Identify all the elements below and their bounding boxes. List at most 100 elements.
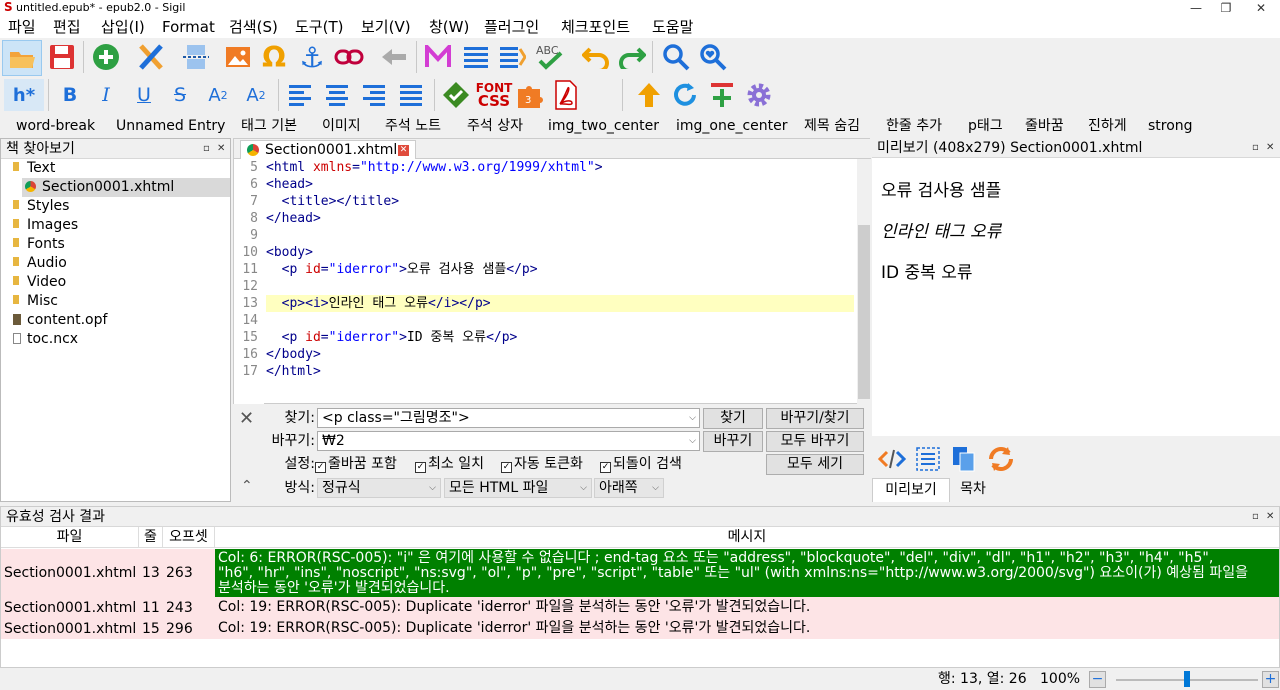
menu-search[interactable]: 검색(S): [229, 16, 278, 38]
validation-row[interactable]: Section0001.xhtml 11 243 Col: 19: ERROR(RSC…: [1, 597, 1279, 618]
tree-item-audio[interactable]: Audio: [13, 254, 67, 273]
minimize-button[interactable]: —: [1181, 0, 1211, 16]
tool-x-icon[interactable]: [135, 41, 167, 73]
clip-item[interactable]: p태그: [968, 115, 1003, 137]
clip-item[interactable]: 태그 기본: [241, 115, 297, 137]
close-panel-icon[interactable]: ✕: [1266, 507, 1274, 527]
auto-tokenize-checkbox[interactable]: ✓ 자동 토큰화: [501, 454, 583, 474]
direction-select[interactable]: 아래쪽 ⌵: [594, 478, 664, 498]
insert-image-icon[interactable]: [222, 41, 254, 73]
align-justify-icon[interactable]: [395, 79, 427, 111]
menu-format[interactable]: Format: [162, 16, 215, 38]
clip-item[interactable]: 이미지: [322, 115, 361, 137]
italic-button[interactable]: I: [90, 79, 122, 111]
tree-item-content-opf[interactable]: content.opf: [13, 311, 107, 330]
code-text-area[interactable]: <html xmlns="http://www.w3.org/1999/xhtm…: [266, 159, 854, 405]
clip-item[interactable]: 주석 노트: [385, 115, 441, 137]
bold-button[interactable]: B: [54, 79, 86, 111]
find-button[interactable]: 찾기: [703, 408, 763, 429]
plugin-puzzle-icon[interactable]: 3: [514, 79, 546, 111]
menu-plugins[interactable]: 플러그인: [484, 16, 539, 38]
tab-close-icon[interactable]: ✕: [398, 145, 409, 156]
menu-insert[interactable]: 삽입(I): [101, 16, 145, 38]
save-icon[interactable]: [46, 41, 78, 73]
tree-item-section0001[interactable]: Section0001.xhtml: [22, 178, 230, 197]
wrap-search-checkbox[interactable]: ✓ 되돌이 검색: [600, 454, 682, 474]
align-left-icon[interactable]: [284, 79, 316, 111]
toc-icon[interactable]: [460, 41, 492, 73]
tree-item-misc[interactable]: Misc: [13, 292, 58, 311]
menu-file[interactable]: 파일: [8, 16, 36, 38]
minimal-match-checkbox[interactable]: ✓ 최소 일치: [415, 454, 484, 474]
float-panel-icon[interactable]: ▫: [203, 139, 210, 159]
add-entry-icon[interactable]: [706, 79, 738, 111]
copy-icon[interactable]: [948, 443, 980, 475]
count-all-button[interactable]: 모두 세기: [766, 454, 864, 475]
replace-input[interactable]: ₩2 ⌵: [317, 431, 700, 451]
back-arrow-icon[interactable]: [378, 41, 410, 73]
spellcheck-icon[interactable]: ABC: [533, 41, 565, 73]
mode-select[interactable]: 정규식 ⌵: [317, 478, 441, 498]
tree-item-fonts[interactable]: Fonts: [13, 235, 65, 254]
font-css-icon[interactable]: FONT CSS: [476, 79, 513, 111]
tree-item-text[interactable]: Text: [13, 159, 55, 178]
menu-view[interactable]: 보기(V): [361, 16, 411, 38]
replace-button[interactable]: 바꾸기: [703, 431, 763, 452]
move-up-icon[interactable]: [633, 79, 665, 111]
superscript-button[interactable]: A2: [240, 79, 272, 111]
collapse-icon[interactable]: ⌃: [241, 478, 253, 494]
column-header-line[interactable]: 줄: [139, 527, 163, 548]
menu-window[interactable]: 창(W): [429, 16, 469, 38]
refresh-icon[interactable]: [669, 79, 701, 111]
linebreak-checkbox[interactable]: ✓ 줄바꿈 포함: [315, 454, 397, 474]
code-view-icon[interactable]: [876, 443, 908, 475]
redo-icon[interactable]: [616, 41, 648, 73]
add-file-icon[interactable]: [90, 41, 122, 73]
replace-find-button[interactable]: 바꾸기/찾기: [766, 408, 864, 429]
strikethrough-button[interactable]: S: [164, 79, 196, 111]
close-panel-icon[interactable]: ✕: [1266, 138, 1274, 158]
tab-toc[interactable]: 목차: [950, 478, 996, 502]
clip-item[interactable]: img_one_center: [676, 115, 788, 137]
find-icon[interactable]: [660, 41, 692, 73]
close-button[interactable]: ✕: [1246, 0, 1276, 16]
zoom-out-button[interactable]: −: [1089, 671, 1106, 688]
clip-item[interactable]: 줄바꿈: [1025, 115, 1064, 137]
column-header-offset[interactable]: 오프셋: [163, 527, 215, 548]
zoom-in-button[interactable]: +: [1262, 671, 1279, 688]
subscript-button[interactable]: A2: [202, 79, 234, 111]
reload-preview-icon[interactable]: [985, 443, 1017, 475]
tab-section0001[interactable]: Section0001.xhtml ✕: [240, 140, 416, 159]
menu-edit[interactable]: 편집: [53, 16, 81, 38]
clip-item[interactable]: 제목 숨김: [804, 115, 860, 137]
close-find-icon[interactable]: ✕: [239, 408, 254, 429]
tree-item-toc-ncx[interactable]: toc.ncx: [13, 330, 78, 349]
column-header-file[interactable]: 파일: [1, 527, 139, 548]
heading-button[interactable]: h*: [4, 79, 44, 111]
pdf-plugin-icon[interactable]: [550, 79, 582, 111]
clip-item[interactable]: strong: [1148, 115, 1193, 137]
saved-search-icon[interactable]: [697, 41, 729, 73]
scope-select[interactable]: 모든 HTML 파일 ⌵: [444, 478, 592, 498]
zoom-slider-thumb[interactable]: [1184, 671, 1190, 687]
open-folder-icon[interactable]: [2, 40, 42, 76]
settings-gear-icon[interactable]: [743, 79, 775, 111]
close-panel-icon[interactable]: ✕: [217, 139, 225, 159]
undo-icon[interactable]: [580, 41, 612, 73]
menu-checkpoints[interactable]: 체크포인트: [561, 16, 630, 38]
float-panel-icon[interactable]: ▫: [1252, 138, 1259, 158]
select-all-icon[interactable]: [912, 443, 944, 475]
underline-button[interactable]: U: [128, 79, 160, 111]
clip-item[interactable]: word-break: [16, 115, 95, 137]
clip-item[interactable]: Unnamed Entry: [116, 115, 225, 137]
find-input[interactable]: <p class="그림명조"> ⌵: [317, 408, 700, 428]
check-document-icon[interactable]: [440, 79, 472, 111]
clip-item[interactable]: img_two_center: [548, 115, 659, 137]
clip-item[interactable]: 한줄 추가: [886, 115, 942, 137]
validation-row[interactable]: Section0001.xhtml 13 263 Col: 6: ERROR(RSC-…: [1, 549, 1279, 597]
replace-all-button[interactable]: 모두 바꾸기: [766, 431, 864, 452]
clip-item[interactable]: 진하게: [1088, 115, 1127, 137]
tab-preview[interactable]: 미리보기: [872, 478, 950, 502]
split-icon[interactable]: [180, 41, 212, 73]
tree-item-styles[interactable]: Styles: [13, 197, 69, 216]
